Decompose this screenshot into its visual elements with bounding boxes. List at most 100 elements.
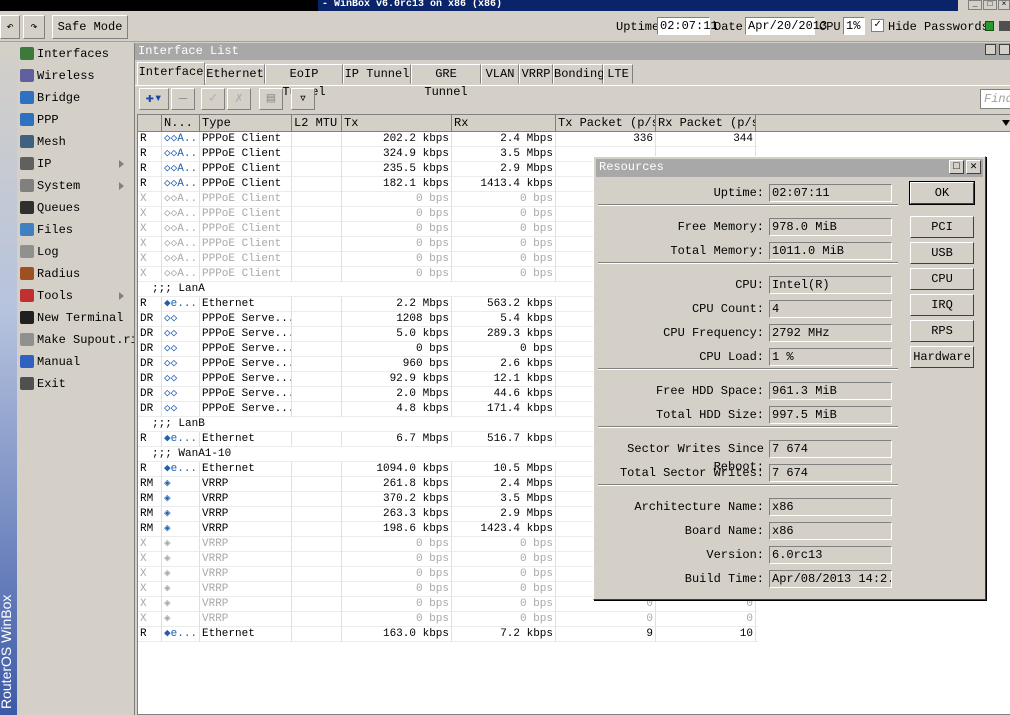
tab-gre-tunnel[interactable]: GRE Tunnel	[411, 64, 481, 99]
hide-passwords-checkbox[interactable]: ✓	[871, 19, 884, 32]
comment-button[interactable]: ▤	[259, 88, 283, 110]
cpu-value: 1%	[843, 17, 865, 35]
redo-icon: ↷	[30, 20, 38, 34]
panel-maximize-button[interactable]	[999, 44, 1010, 55]
table-row[interactable]: R ◆e... Ethernet 163.0 kbps 7.2 kbps 9 10	[138, 627, 758, 642]
tab-interface[interactable]: Interface	[137, 62, 205, 85]
cell-name: ◇◇	[162, 342, 200, 357]
cpu-load-value: 1 %	[769, 348, 892, 366]
separator	[598, 262, 898, 264]
sidebar-item-wireless[interactable]: Wireless	[20, 66, 132, 87]
tab-ethernet[interactable]: Ethernet	[205, 64, 265, 84]
panel-restore-button[interactable]	[985, 44, 996, 55]
minimize-button[interactable]: _	[968, 0, 982, 10]
cell-tx: 0 bps	[342, 237, 452, 252]
sidebar-item-make-supout-rif[interactable]: Make Supout.rif	[20, 330, 145, 351]
cell-tx: 0 bps	[342, 537, 452, 552]
resources-close-button[interactable]: ✕	[966, 160, 981, 174]
sector-writes-since-reboot-value: 7 674	[769, 440, 892, 458]
sidebar-item-label: IP	[37, 157, 52, 171]
sidebar-item-system[interactable]: System	[20, 176, 132, 197]
cell-name: ◇◇	[162, 372, 200, 387]
sidebar-item-ip[interactable]: IP	[20, 154, 132, 175]
enable-button[interactable]: ✓	[201, 88, 225, 110]
wireless-icon	[20, 69, 34, 83]
redo-button[interactable]: ↷	[23, 15, 45, 39]
col-tx[interactable]: Tx	[342, 115, 452, 132]
cell-tx: 5.0 kbps	[342, 327, 452, 342]
sidebar-item-mesh[interactable]: Mesh	[20, 132, 132, 153]
tab-lte[interactable]: LTE	[603, 64, 633, 84]
cell-type: PPPoE Serve...	[202, 372, 292, 387]
col-tx-packet[interactable]: Tx Packet (p/s)	[556, 115, 656, 132]
cpu-button[interactable]: CPU	[910, 268, 974, 290]
safe-mode-button[interactable]: Safe Mode	[52, 15, 128, 39]
sidebar-item-label: Mesh	[37, 135, 66, 149]
sidebar-item-log[interactable]: Log	[20, 242, 132, 263]
remove-button[interactable]: —	[171, 88, 195, 110]
hardware-button[interactable]: Hardware	[910, 346, 974, 368]
section-comment: ;;; WanA1-10	[152, 448, 232, 460]
column-menu-icon[interactable]	[1002, 120, 1010, 126]
cell-name: ◈	[162, 597, 200, 612]
cell-l2	[292, 582, 342, 597]
sidebar-item-queues[interactable]: Queues	[20, 198, 132, 219]
irq-button[interactable]: IRQ	[910, 294, 974, 316]
cell-rx: 0 bps	[452, 552, 556, 567]
cell-flag: R	[138, 297, 162, 312]
col-l2mtu[interactable]: L2 MTU	[292, 115, 342, 132]
resources-title: Resources	[596, 159, 983, 177]
rps-button[interactable]: RPS	[910, 320, 974, 342]
cell-l2	[292, 342, 342, 357]
find-input[interactable]: Find	[980, 89, 1010, 109]
close-window-button[interactable]: ×	[998, 0, 1010, 10]
tab-bonding[interactable]: Bonding	[553, 64, 604, 84]
table-row[interactable]: R ◇◇A... PPPoE Client 202.2 kbps 2.4 Mbps 336…	[138, 132, 758, 147]
comment-icon: ▤	[266, 91, 276, 107]
cell-flag: R	[138, 627, 162, 642]
tab-vlan[interactable]: VLAN	[481, 64, 519, 84]
free-memory-label: Free Memory:	[677, 220, 764, 234]
cell-type: PPPoE Client	[200, 132, 292, 147]
sidebar-item-interfaces[interactable]: Interfaces	[20, 44, 132, 65]
sidebar-item-bridge[interactable]: Bridge	[20, 88, 132, 109]
tab-eoip-tunnel[interactable]: EoIP Tunnel	[265, 64, 343, 99]
add-button[interactable]: ✚▾	[139, 88, 169, 110]
table-row[interactable]: X ◈ VRRP 0 bps 0 bps 0 0	[138, 612, 758, 627]
filter-button[interactable]: ▿	[291, 88, 315, 110]
cell-type: PPPoE Serve...	[202, 342, 292, 357]
sidebar-item-files[interactable]: Files	[20, 220, 132, 241]
cell-tx: 0 bps	[342, 552, 452, 567]
sidebar-item-label: Bridge	[37, 91, 81, 105]
exit-icon	[20, 377, 34, 391]
sidebar-item-ppp[interactable]: PPP	[20, 110, 132, 131]
pci-button[interactable]: PCI	[910, 216, 974, 238]
cell-name: ◇◇A...	[164, 132, 200, 147]
cpu-label: CPU:	[735, 278, 764, 292]
undo-button[interactable]: ↶	[0, 15, 20, 39]
disable-button[interactable]: ✗	[227, 88, 251, 110]
sidebar-item-tools[interactable]: Tools	[20, 286, 132, 307]
tab-ip-tunnel[interactable]: IP Tunnel	[343, 64, 411, 84]
files-icon	[20, 223, 34, 237]
tab-vrrp[interactable]: VRRP	[519, 64, 553, 84]
cell-l2	[292, 162, 342, 177]
sidebar-item-manual[interactable]: Manual	[20, 352, 132, 373]
sidebar-item-label: Wireless	[37, 69, 95, 83]
restore-button[interactable]: □	[983, 0, 997, 10]
col-name[interactable]: N...	[162, 115, 200, 132]
cell-type: PPPoE Client	[200, 207, 292, 222]
ok-button[interactable]: OK	[909, 181, 975, 205]
cpu-count-value: 4	[769, 300, 892, 318]
sidebar-item-label: New Terminal	[37, 311, 124, 325]
col-type[interactable]: Type	[200, 115, 292, 132]
cell-flag: DR	[138, 357, 162, 372]
usb-button[interactable]: USB	[910, 242, 974, 264]
sidebar-item-radius[interactable]: Radius	[20, 264, 132, 285]
col-rx[interactable]: Rx	[452, 115, 556, 132]
resources-maximize-button[interactable]: □	[949, 160, 964, 174]
sidebar-item-exit[interactable]: Exit	[20, 374, 132, 395]
col-flag[interactable]	[138, 115, 162, 132]
sidebar-item-new-terminal[interactable]: New Terminal	[20, 308, 132, 329]
col-rx-packet[interactable]: Rx Packet (p/s)	[656, 115, 756, 132]
